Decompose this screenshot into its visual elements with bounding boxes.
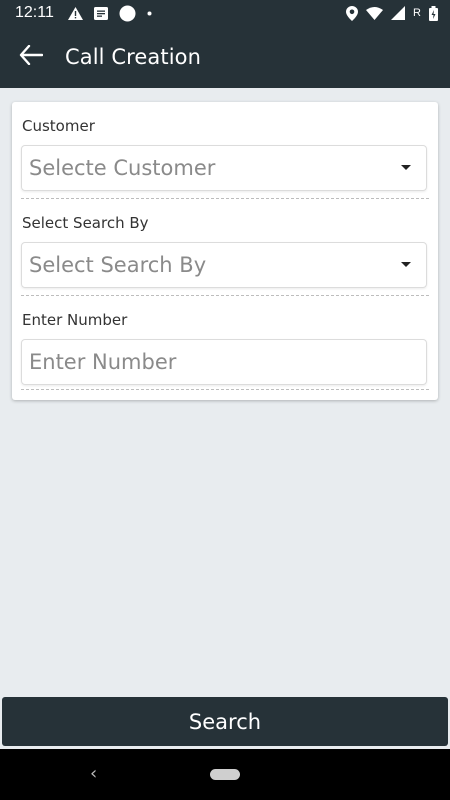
customer-selected-value: Selecte Customer: [29, 156, 216, 180]
dot-icon: [147, 11, 152, 16]
warning-icon: [67, 6, 83, 20]
nav-home-button[interactable]: [210, 769, 240, 780]
signal-icon: [391, 6, 406, 20]
number-input[interactable]: [29, 350, 426, 374]
dropdown-arrow-icon: [401, 165, 411, 170]
search-by-section: Select Search By Select Search By: [21, 199, 429, 296]
search-by-selected-value: Select Search By: [29, 253, 207, 277]
search-by-label: Select Search By: [22, 214, 149, 232]
status-time: 12:11: [15, 4, 54, 21]
status-right-icons: R: [346, 5, 438, 21]
page-title: Call Creation: [65, 45, 202, 69]
roaming-indicator: R: [413, 7, 421, 19]
call-creation-form: Customer Selecte Customer Select Search …: [12, 102, 438, 400]
system-nav-bar: ‹: [0, 749, 450, 800]
circle-icon: [119, 5, 136, 22]
search-button[interactable]: Search: [2, 697, 448, 746]
search-by-dropdown[interactable]: Select Search By: [21, 242, 427, 288]
dropdown-arrow-icon: [401, 262, 411, 267]
number-label: Enter Number: [22, 311, 128, 329]
message-icon: [93, 6, 108, 20]
battery-icon: [429, 5, 438, 21]
nav-back-icon[interactable]: ‹: [90, 763, 97, 784]
customer-dropdown[interactable]: Selecte Customer: [21, 145, 427, 191]
status-bar: 12:11 R: [0, 0, 450, 26]
status-left-icons: [67, 5, 152, 22]
number-field-wrapper: [21, 339, 427, 385]
back-button[interactable]: [16, 42, 46, 72]
location-icon: [346, 5, 359, 21]
app-toolbar: Call Creation: [0, 26, 450, 88]
arrow-left-icon: [19, 44, 44, 69]
customer-label: Customer: [22, 117, 95, 135]
wifi-icon: [366, 6, 384, 20]
number-section: Enter Number: [21, 296, 429, 390]
customer-section: Customer Selecte Customer: [21, 102, 429, 199]
